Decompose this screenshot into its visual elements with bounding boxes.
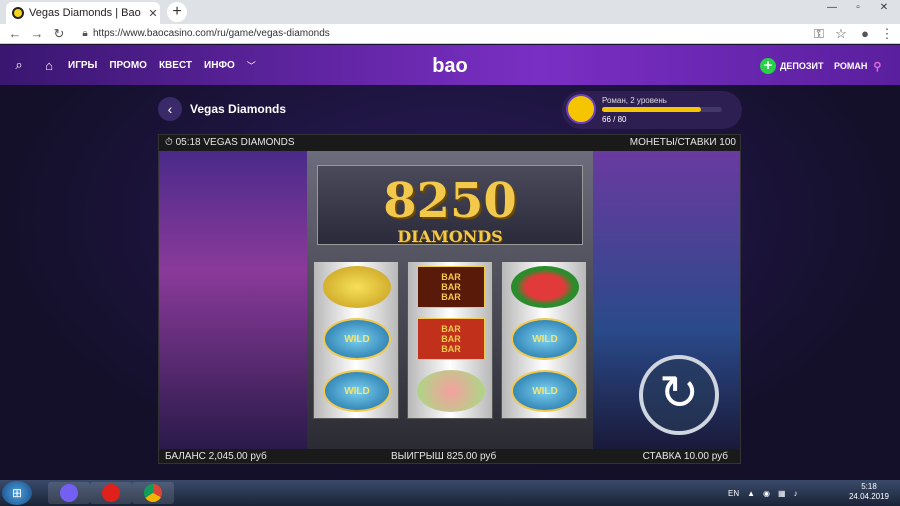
url-input[interactable]: https://www.baocasino.com/ru/game/vegas-… — [73, 26, 793, 42]
jackpot-value: 8250 — [383, 173, 517, 229]
search-icon[interactable]: ⌕ — [0, 57, 38, 73]
jackpot-label: DIAMONDS — [397, 227, 503, 246]
bet-display[interactable]: СТАВКА 10.00 руб — [643, 449, 728, 463]
wild-symbol: WILD — [323, 318, 391, 360]
chrome-taskbar-button[interactable] — [132, 482, 174, 504]
bookmark-star-icon[interactable]: ☆ — [832, 24, 850, 44]
taskbar-clock[interactable]: 5:18 24.04.2019 — [842, 482, 896, 502]
volume-icon[interactable]: ♪ — [794, 489, 798, 498]
triple-bar-red-symbol: BAR BAR BAR — [417, 318, 485, 360]
close-window-icon[interactable]: ✕ — [872, 0, 896, 16]
new-tab-button[interactable]: + — [167, 2, 187, 22]
reel-1: WILD WILD — [313, 261, 399, 419]
back-arrow-icon[interactable]: ← — [6, 24, 24, 44]
lock-icon: 🔒︎ — [82, 28, 88, 39]
reel-2: BAR BAR BAR BAR BAR BAR — [407, 261, 493, 419]
user-menu[interactable]: РОМАН ⚲ — [834, 57, 881, 75]
profile-avatar-icon[interactable]: ● — [856, 24, 874, 44]
player-name-level: Роман, 2 уровень — [602, 96, 667, 105]
opera-icon — [102, 484, 120, 502]
balance-display: БАЛАНС 2,045.00 руб — [165, 451, 267, 462]
plus-icon: + — [760, 58, 776, 74]
wild-symbol: WILD — [323, 370, 391, 412]
game-timer-title: ⏱ 05:18 VEGAS DIAMONDS — [165, 137, 295, 148]
lemon-symbol — [323, 266, 391, 308]
game-title: Vegas Diamonds — [190, 102, 287, 116]
spin-button[interactable]: ↻ — [639, 355, 719, 435]
browser-menu-icon[interactable]: ⋮ — [878, 24, 896, 44]
language-indicator[interactable]: EN — [728, 489, 739, 498]
nav-item-promo[interactable]: ПРОМО — [109, 60, 147, 71]
wild-symbol: WILD — [511, 318, 579, 360]
nav-item-info[interactable]: ИНФО — [204, 60, 235, 71]
wild-symbol: WILD — [511, 370, 579, 412]
level-progress-text: 66 / 80 — [602, 115, 627, 124]
user-icon: ⚲ — [873, 60, 882, 73]
coins-bets-label[interactable]: МОНЕТЫ/СТАВКИ 100 — [630, 135, 736, 151]
key-icon[interactable]: ⚿ — [810, 24, 828, 44]
nav-item-quest[interactable]: КВЕСТ — [159, 60, 192, 71]
home-icon[interactable]: ⌂ — [38, 58, 60, 73]
chrome-icon — [144, 484, 162, 502]
chevron-down-icon[interactable]: ﹀ — [247, 59, 256, 72]
vegas-skyline-left-image — [159, 151, 307, 449]
back-button[interactable]: ‹ — [158, 97, 182, 121]
slot-game-frame[interactable]: ⏱ 05:18 VEGAS DIAMONDS МОНЕТЫ/СТАВКИ 100… — [158, 134, 741, 464]
show-hidden-icons-icon[interactable]: ▲ — [747, 489, 755, 498]
game-bottom-bar: БАЛАНС 2,045.00 руб ВЫИГРЫШ 825.00 руб С… — [159, 449, 740, 463]
baocasino-favicon-icon — [12, 7, 24, 19]
maximize-icon[interactable]: ▫ — [846, 0, 870, 16]
network-icon[interactable]: ▦ — [778, 489, 786, 498]
deposit-button[interactable]: + ДЕПОЗИТ — [760, 57, 824, 75]
triple-bar-symbol: BAR BAR BAR — [417, 266, 485, 308]
reel-3: WILD WILD — [501, 261, 587, 419]
clock-time: 5:18 — [861, 482, 877, 491]
game-top-bar: ⏱ 05:18 VEGAS DIAMONDS МОНЕТЫ/СТАВКИ 100 — [159, 135, 740, 151]
deposit-label: ДЕПОЗИТ — [780, 61, 824, 71]
browser-tab[interactable]: Vegas Diamonds | Baocasino ✕ — [6, 2, 160, 24]
viber-icon — [60, 484, 78, 502]
tab-title: Vegas Diamonds | Baocasino — [29, 7, 141, 19]
user-name: РОМАН — [834, 61, 868, 71]
player-avatar — [566, 94, 596, 124]
viber-taskbar-button[interactable] — [48, 482, 90, 504]
reload-icon[interactable]: ↻ — [50, 24, 68, 44]
clock-date: 24.04.2019 — [848, 492, 890, 501]
viber-tray-icon[interactable]: ◉ — [763, 489, 770, 498]
bao-logo[interactable]: bao — [425, 55, 475, 77]
minimize-icon[interactable]: — — [820, 0, 844, 16]
opera-taskbar-button[interactable] — [90, 482, 132, 504]
watermelon-symbol — [511, 266, 579, 308]
forward-arrow-icon[interactable]: → — [28, 24, 46, 44]
game-header: ‹ Vegas Diamonds — [158, 96, 458, 122]
system-tray: EN ▲ ◉ ▦ ♪ — [728, 480, 798, 506]
nav-item-games[interactable]: ИГРЫ — [68, 60, 97, 71]
windows-start-icon[interactable]: ⊞ — [2, 481, 32, 505]
level-progress-fill — [602, 107, 701, 112]
tab-close-icon[interactable]: ✕ — [146, 7, 160, 20]
grapefruit-symbol — [417, 370, 485, 412]
win-display: ВЫИГРЫШ 825.00 руб — [391, 451, 497, 462]
